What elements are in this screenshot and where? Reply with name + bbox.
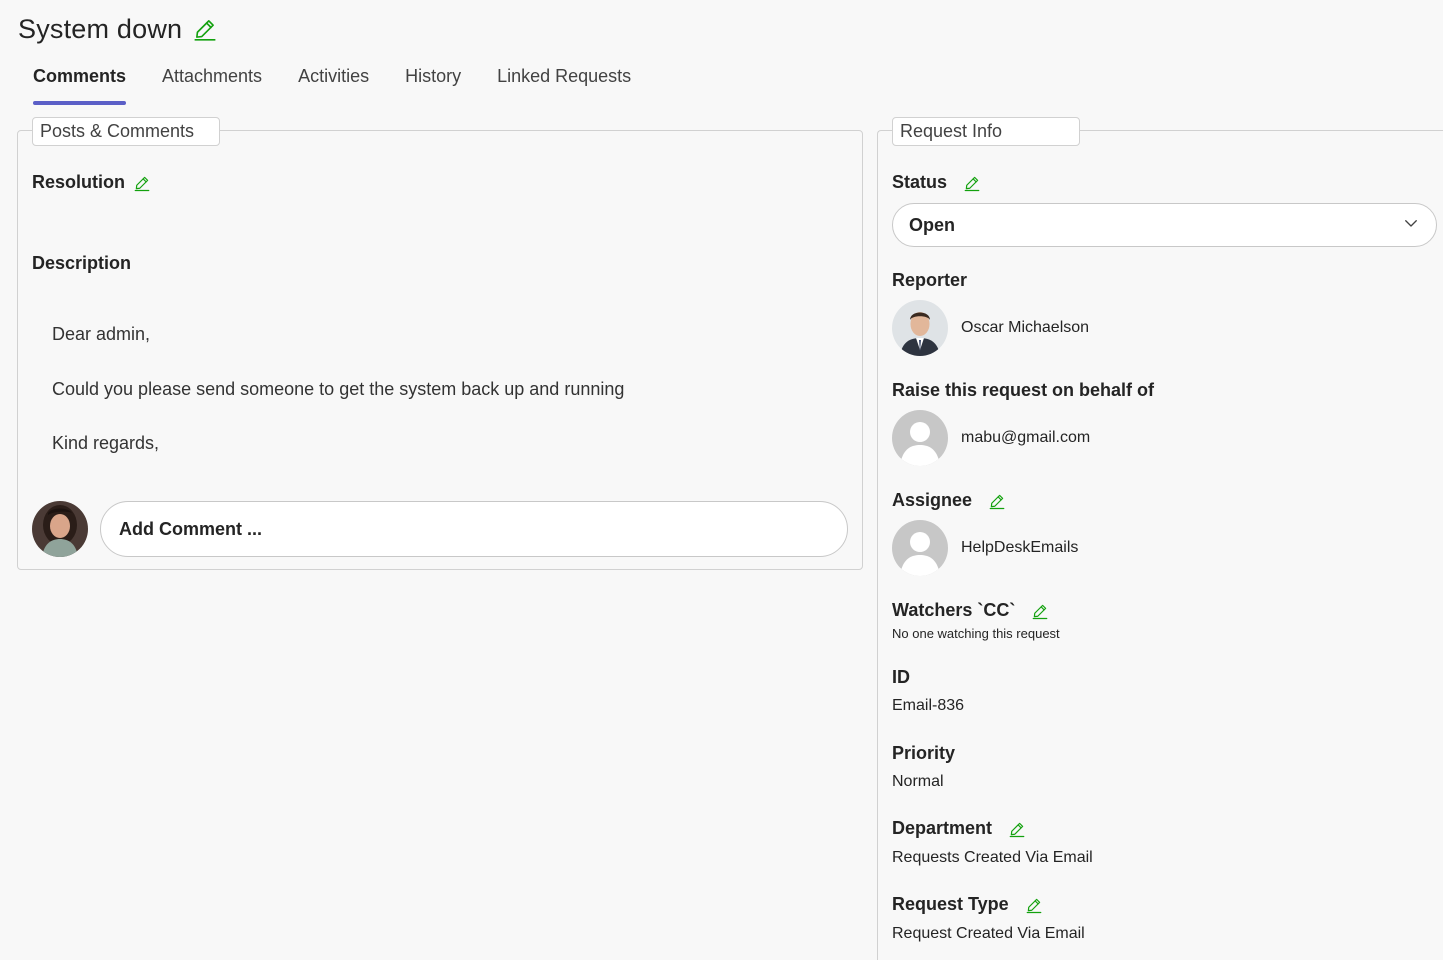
edit-department-pencil-icon[interactable] (1008, 820, 1026, 838)
edit-watchers-pencil-icon[interactable] (1031, 602, 1049, 620)
chevron-down-icon (1402, 214, 1420, 237)
person-placeholder-icon (892, 520, 948, 576)
edit-resolution-pencil-icon[interactable] (133, 174, 151, 192)
department-value: Requests Created Via Email (892, 849, 1093, 866)
reporter-name: Oscar Michaelson (961, 319, 1090, 336)
description-line-signoff: Kind regards, (52, 433, 160, 453)
tab-history[interactable]: History (405, 66, 461, 105)
tab-linked-requests[interactable]: Linked Requests (497, 66, 631, 105)
request-type-value: Request Created Via Email (892, 925, 1085, 942)
tab-bar: Comments Attachments Activities History … (33, 66, 667, 105)
priority-label: Priority (892, 743, 956, 763)
status-label: Status (892, 172, 948, 192)
reporter-label: Reporter (892, 270, 968, 290)
status-section: Status (892, 172, 981, 193)
edit-title-pencil-icon[interactable] (192, 16, 218, 42)
description-line-greeting: Dear admin, (52, 324, 151, 344)
request-info-legend: Request Info (892, 117, 1080, 146)
resolution-label: Resolution (32, 172, 125, 192)
request-type-label: Request Type (892, 894, 1009, 914)
watchers-label: Watchers `CC` (892, 600, 1016, 620)
current-user-avatar (32, 501, 88, 557)
title-row: System down (18, 14, 218, 45)
behalf-person: mabu@gmail.com (892, 410, 1090, 466)
edit-status-pencil-icon[interactable] (963, 174, 981, 192)
behalf-label: Raise this request on behalf of (892, 380, 1155, 400)
status-selected-value: Open (909, 214, 956, 235)
reporter-avatar (892, 300, 948, 356)
edit-request-type-pencil-icon[interactable] (1025, 896, 1043, 914)
resolution-section: Resolution (32, 172, 151, 193)
tab-activities[interactable]: Activities (298, 66, 369, 105)
watchers-value: No one watching this request (892, 626, 1060, 641)
assignee-name: HelpDeskEmails (961, 539, 1079, 556)
status-dropdown[interactable]: Open (892, 203, 1437, 247)
tab-comments[interactable]: Comments (33, 66, 127, 105)
request-info-panel: Request Info Status Open Reporter Oscar … (877, 117, 1443, 960)
reporter-person: Oscar Michaelson (892, 300, 1089, 356)
id-value: Email-836 (892, 697, 965, 714)
tab-attachments[interactable]: Attachments (162, 66, 262, 105)
watchers-section: Watchers `CC` (892, 600, 1049, 621)
id-label: ID (892, 667, 910, 687)
priority-value: Normal (892, 773, 944, 790)
assignee-label: Assignee (892, 490, 973, 510)
request-detail-page: System down Comments Attachments Activit… (0, 0, 1443, 960)
posts-comments-legend: Posts & Comments (32, 117, 220, 146)
description-label: Description (32, 253, 132, 273)
page-title: System down (18, 14, 183, 44)
posts-comments-panel: Posts & Comments Resolution Description … (17, 117, 863, 570)
department-label: Department (892, 818, 993, 838)
edit-assignee-pencil-icon[interactable] (988, 492, 1006, 510)
person-placeholder-icon (892, 410, 948, 466)
add-comment-input[interactable]: Add Comment ... (100, 501, 848, 557)
assignee-section: Assignee (892, 490, 1006, 511)
description-line-body: Could you please send someone to get the… (52, 379, 625, 399)
request-type-section: Request Type (892, 894, 1043, 915)
department-section: Department (892, 818, 1026, 839)
behalf-email: mabu@gmail.com (961, 429, 1091, 446)
assignee-person: HelpDeskEmails (892, 520, 1078, 576)
